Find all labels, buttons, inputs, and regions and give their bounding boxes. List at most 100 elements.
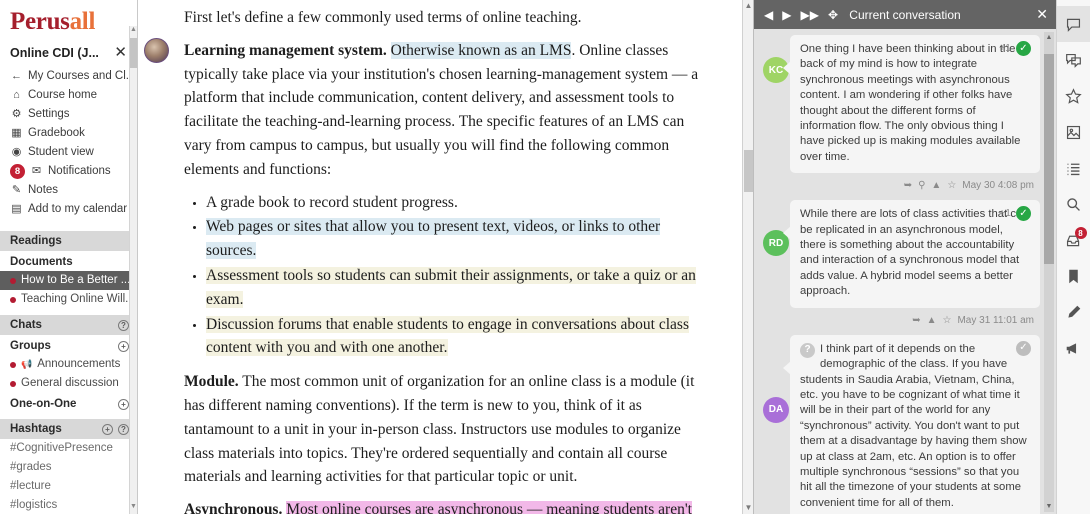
- scroll-up-icon[interactable]: ▲: [744, 0, 753, 12]
- conversation-scrollbar[interactable]: ▲ ▼: [1044, 32, 1054, 512]
- sidebar-item-notifications[interactable]: 8 ✉ Notifications: [0, 162, 137, 181]
- message-text: I think part of it depends on the demogr…: [800, 342, 1027, 509]
- gear-icon: ⚙: [11, 108, 22, 120]
- star-icon[interactable]: ☆: [943, 315, 952, 326]
- sidebar-item-label: Gradebook: [28, 127, 85, 139]
- lms-features-list: A grade book to record student progress.…: [184, 191, 709, 361]
- paragraph-asynchronous: Asynchronous. Most online courses are as…: [184, 498, 709, 514]
- subsection-title: Documents: [10, 256, 73, 268]
- bullet-text[interactable]: Discussion forums that enable students t…: [206, 315, 689, 357]
- megaphone-icon: 📢: [21, 359, 33, 369]
- upvote-count[interactable]: +1: [999, 41, 1011, 56]
- reply-icon[interactable]: ➥: [904, 180, 912, 191]
- timestamp: May 30 4:08 pm: [962, 180, 1034, 192]
- subsection-documents: Documents: [0, 251, 137, 271]
- add-one-on-one-icon[interactable]: +: [118, 398, 129, 410]
- star-icon[interactable]: ☆: [947, 180, 956, 191]
- list-item[interactable]: #grades: [0, 458, 137, 477]
- resolved-check-icon[interactable]: ✓: [1016, 206, 1031, 222]
- list-item[interactable]: How to Be a Better ...: [0, 271, 137, 290]
- scroll-up-icon[interactable]: ▲: [130, 26, 137, 37]
- close-icon[interactable]: ✕: [112, 45, 129, 60]
- add-hashtag-icon[interactable]: +: [102, 423, 113, 435]
- sidebar-item-add-calendar[interactable]: ▤ Add to my calendar: [0, 200, 137, 219]
- list-item[interactable]: General discussion: [0, 374, 137, 393]
- flag-icon[interactable]: ▲: [931, 180, 941, 191]
- resolved-check-icon[interactable]: ✓: [1016, 41, 1031, 57]
- section-title: Readings: [10, 235, 62, 247]
- add-group-icon[interactable]: +: [118, 340, 129, 352]
- sidebar-item-course-home[interactable]: ⌂ Course home: [0, 86, 137, 105]
- scrollbar-thumb[interactable]: [744, 150, 753, 192]
- document-pane: First let's define a few commonly used t…: [138, 0, 754, 514]
- list-item[interactable]: 📢 Announcements: [0, 355, 137, 374]
- list-icon[interactable]: [1057, 150, 1090, 186]
- scroll-down-icon[interactable]: ▼: [744, 502, 753, 514]
- sidebar-scrollbar[interactable]: ▲ ▼: [129, 26, 137, 514]
- prev-icon[interactable]: ◀: [764, 9, 773, 21]
- message: RD +1 ✓ While there are lots of class ac…: [762, 200, 1040, 308]
- sidebar-item-student-view[interactable]: ◉ Student view: [0, 143, 137, 162]
- highlight-blue[interactable]: Otherwise known as an LMS: [390, 41, 572, 59]
- megaphone-icon[interactable]: [1057, 330, 1090, 366]
- avatar[interactable]: [144, 38, 169, 63]
- bookmark-icon[interactable]: [1057, 258, 1090, 294]
- notifications-badge: 8: [10, 164, 25, 179]
- scroll-down-icon[interactable]: ▼: [130, 503, 137, 514]
- help-icon[interactable]: ?: [118, 319, 129, 331]
- tag-icon[interactable]: ⚲: [918, 180, 925, 191]
- fast-forward-icon[interactable]: ▶▶: [800, 9, 818, 21]
- sidebar-item-label: Student view: [28, 146, 94, 158]
- eye-icon: ◉: [11, 146, 22, 158]
- close-icon[interactable]: ✕: [1036, 6, 1048, 23]
- scroll-down-icon[interactable]: ▼: [1044, 501, 1054, 512]
- document-content: First let's define a few commonly used t…: [138, 0, 753, 514]
- perusall-logo[interactable]: Perusall: [0, 0, 137, 40]
- conversation-messages[interactable]: KC +1 ✓ One thing I have been thinking a…: [754, 29, 1056, 514]
- list-item: Assessment tools so students can submit …: [206, 264, 709, 312]
- upvote-count[interactable]: +1: [999, 206, 1011, 221]
- sidebar-item-notes[interactable]: ✎ Notes: [0, 181, 137, 200]
- move-icon[interactable]: ✥: [828, 9, 838, 21]
- discussions-icon[interactable]: [1057, 42, 1090, 78]
- paragraph-module-text: The most common unit of organization for…: [184, 373, 695, 486]
- message-text: While there are lots of class activities…: [800, 208, 1029, 298]
- list-item[interactable]: #CognitivePresence: [0, 439, 137, 458]
- bullet-text[interactable]: Web pages or sites that allow you to pre…: [206, 218, 661, 260]
- list-item[interactable]: Teaching Online Will...: [0, 290, 137, 309]
- scrollbar-thumb[interactable]: [1044, 54, 1054, 264]
- sidebar-item-label: Settings: [28, 108, 70, 120]
- image-icon[interactable]: [1057, 114, 1090, 150]
- term-module: Module.: [184, 373, 239, 391]
- unread-dot-icon: [10, 361, 16, 368]
- scrollbar-thumb[interactable]: [130, 38, 137, 68]
- search-icon[interactable]: [1057, 186, 1090, 222]
- scroll-up-icon[interactable]: ▲: [1044, 32, 1054, 43]
- list-item[interactable]: #logistics: [0, 496, 137, 514]
- bullet-text[interactable]: Assessment tools so students can submit …: [206, 266, 696, 308]
- list-item[interactable]: #lecture: [0, 477, 137, 496]
- sidebar-item-label: Add to my calendar: [28, 203, 128, 215]
- sidebar-item-gradebook[interactable]: ▦ Gradebook: [0, 124, 137, 143]
- flag-icon[interactable]: ▲: [927, 315, 937, 326]
- timestamp: May 31 11:01 am: [957, 314, 1034, 326]
- paragraph-module: Module. The most common unit of organiza…: [184, 370, 709, 489]
- message-meta: ➥ ▲ ☆ May 31 11:01 am: [762, 312, 1040, 326]
- sidebar-item-settings[interactable]: ⚙ Settings: [0, 105, 137, 124]
- sidebar-item-my-courses[interactable]: ← My Courses and Cl...: [0, 67, 137, 86]
- star-icon[interactable]: [1057, 78, 1090, 114]
- resolved-check-icon[interactable]: ✓: [1016, 340, 1031, 356]
- message-bubble[interactable]: +1 ✓ One thing I have been thinking abou…: [783, 35, 1040, 174]
- notifications-icon: ✉: [31, 165, 42, 177]
- help-icon[interactable]: ?: [118, 423, 129, 435]
- document-scrollbar[interactable]: ▲ ▼: [742, 0, 753, 514]
- message-bubble[interactable]: ✓ ? I think part of it depends on the de…: [783, 334, 1040, 514]
- message-bubble[interactable]: +1 ✓ While there are lots of class activ…: [783, 200, 1040, 308]
- reply-icon[interactable]: ➥: [912, 315, 920, 326]
- avatar[interactable]: DA: [763, 396, 789, 423]
- comments-icon[interactable]: [1056, 6, 1090, 42]
- inbox-icon[interactable]: 8: [1057, 222, 1090, 258]
- play-icon[interactable]: ▶: [782, 9, 791, 21]
- group-label: Announcements: [37, 358, 121, 370]
- pencil-icon[interactable]: [1057, 294, 1090, 330]
